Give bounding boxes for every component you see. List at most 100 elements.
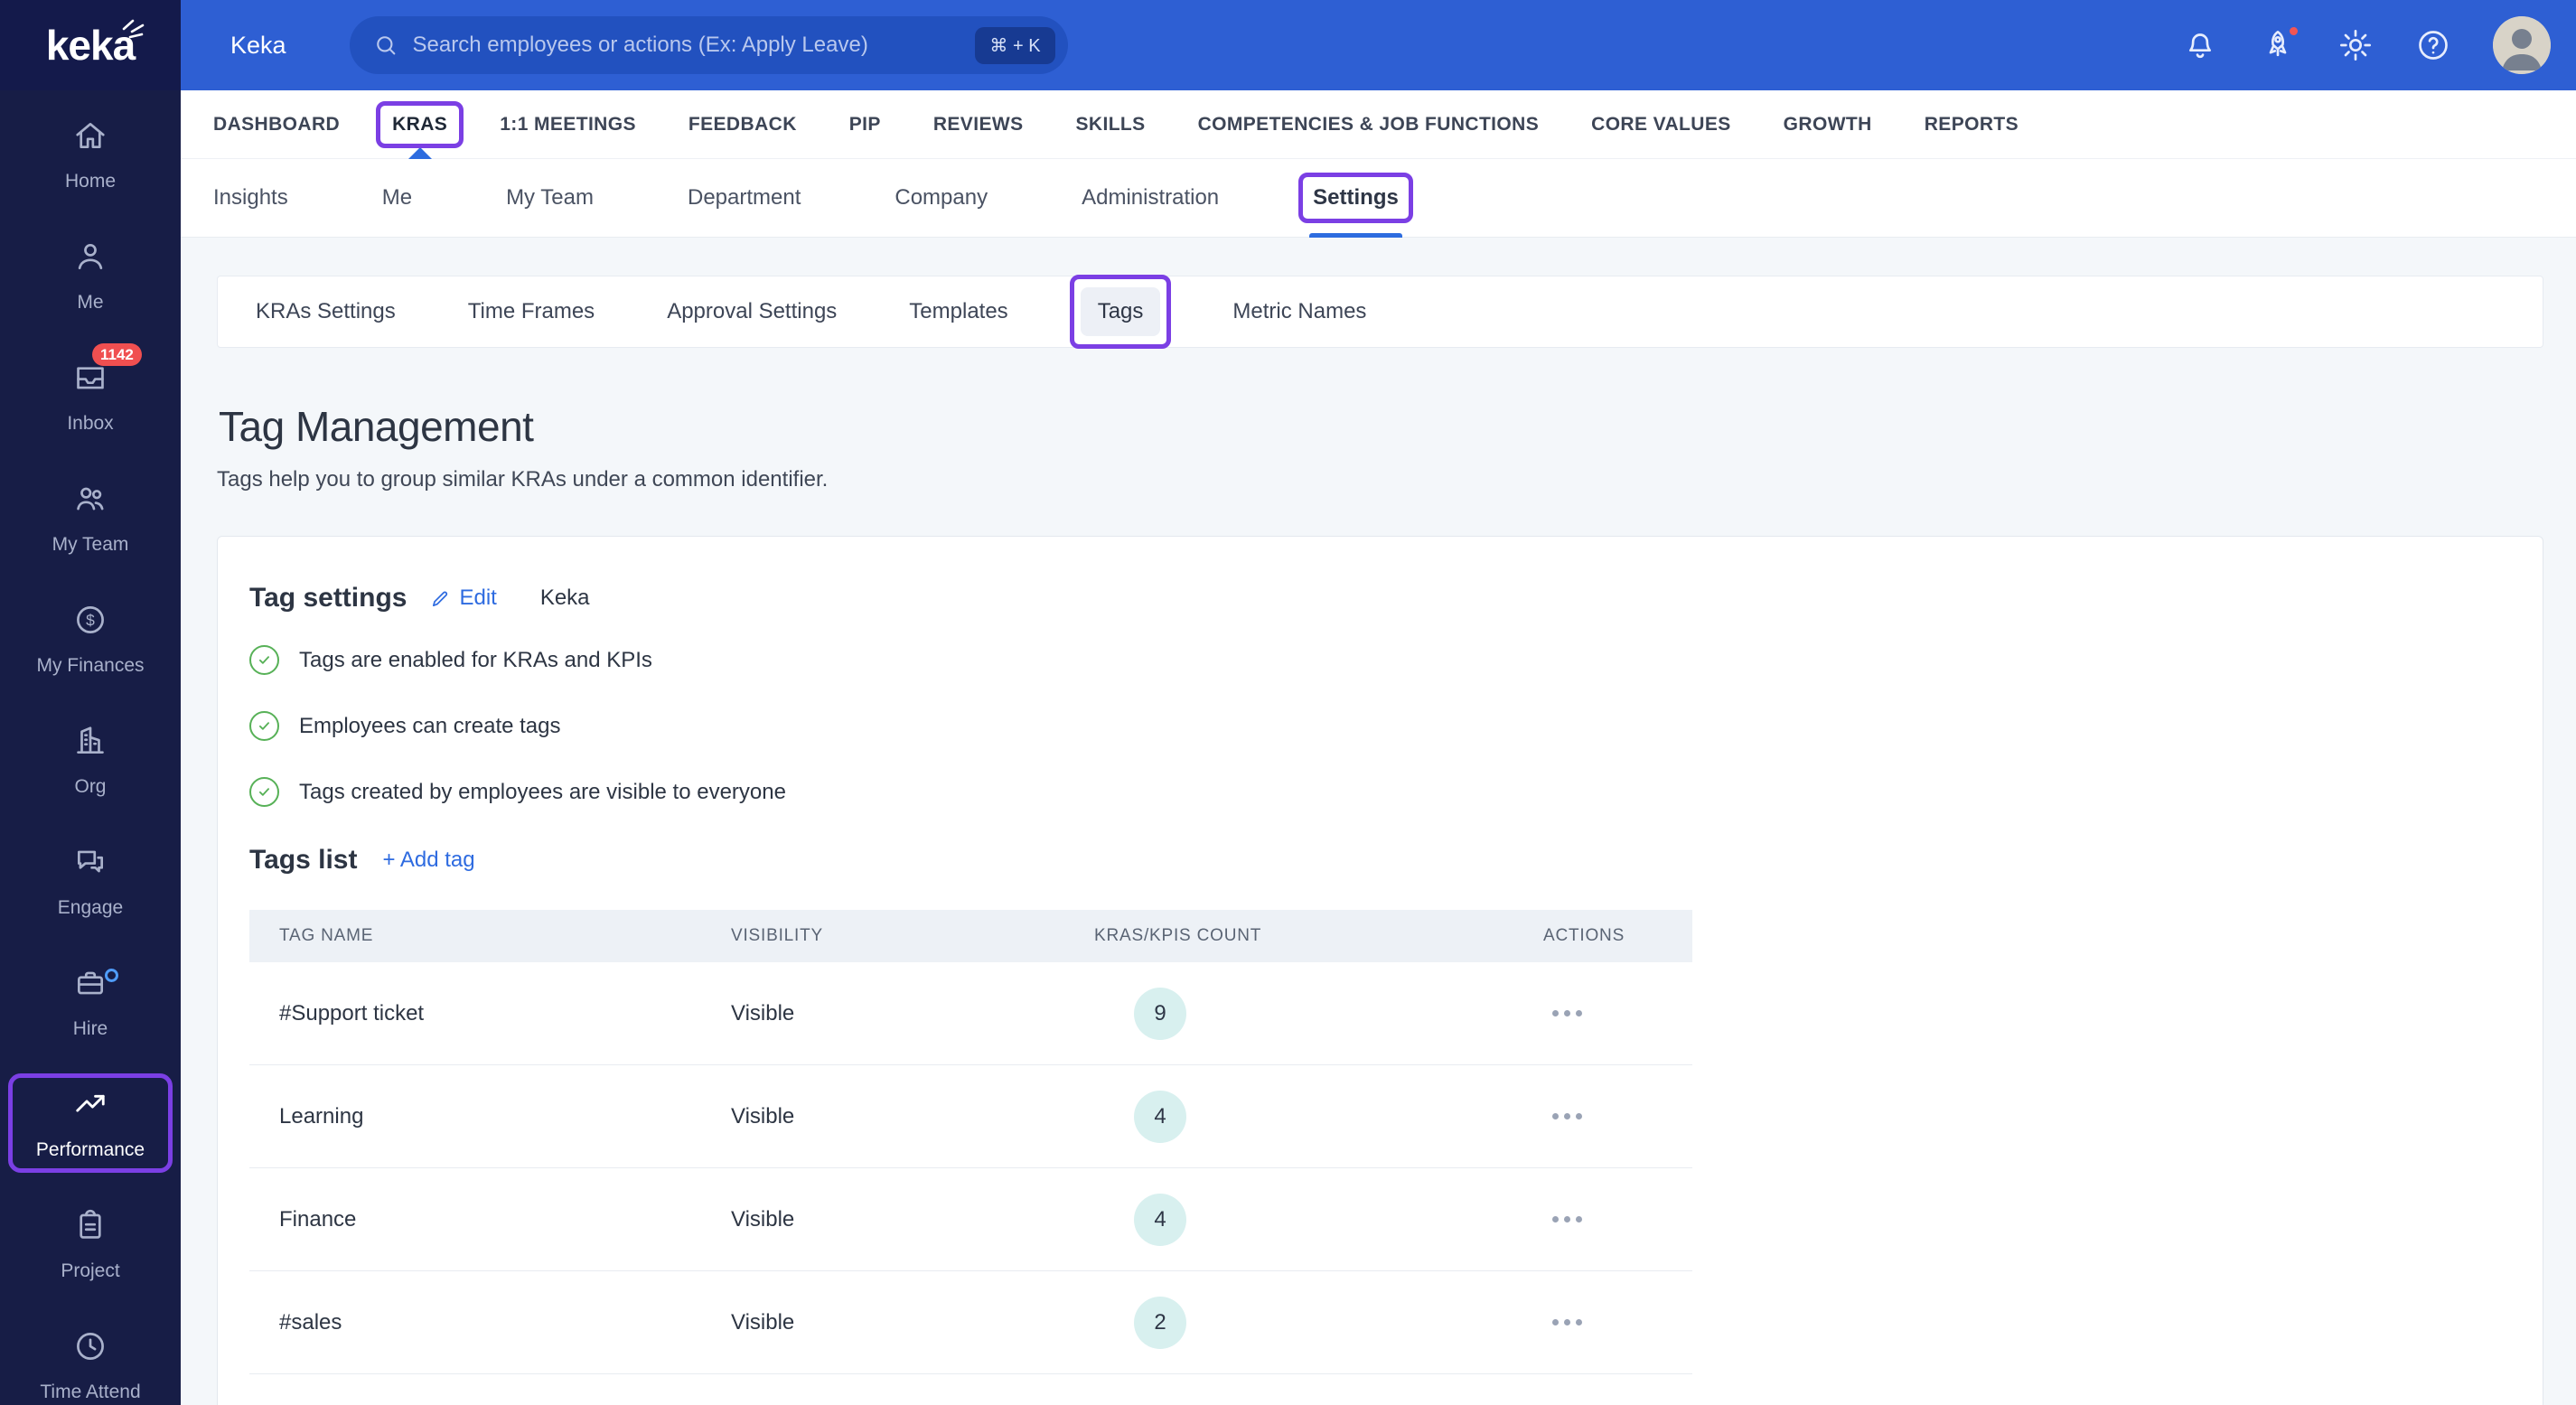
sidebar-item-performance[interactable]: Performance	[0, 1063, 181, 1184]
inbox-count-badge: 1142	[92, 343, 142, 366]
dollar-icon: $	[73, 603, 108, 642]
nav-feedback[interactable]: FEEDBACK	[688, 114, 797, 136]
svg-text:$: $	[86, 611, 95, 629]
table-row: Learning Visible 4	[249, 1065, 1692, 1168]
edit-tag-settings-button[interactable]: Edit	[430, 585, 497, 611]
nav-competencies[interactable]: COMPETENCIES & JOB FUNCTIONS	[1198, 114, 1540, 136]
nav-1-1-meetings[interactable]: 1:1 MEETINGS	[500, 114, 636, 136]
kras-secondary-nav: Insights Me My Team Department Company A…	[181, 159, 2576, 238]
column-header-actions: ACTIONS	[1543, 926, 1625, 945]
user-avatar[interactable]	[2493, 16, 2551, 74]
topbar: keka Keka ⌘ + K	[0, 0, 2576, 90]
nav-kras[interactable]: KRAS	[376, 100, 464, 159]
home-icon	[73, 118, 108, 157]
ellipsis-icon	[1552, 1216, 1559, 1222]
tag-settings-heading: Tag settings	[249, 583, 407, 613]
topbar-main: Keka ⌘ + K	[181, 0, 2576, 90]
nav-core-values[interactable]: CORE VALUES	[1591, 114, 1731, 136]
table-row: #Support ticket Visible 9	[249, 962, 1692, 1065]
row-actions-button[interactable]	[1547, 1207, 1692, 1232]
tab-kras-settings[interactable]: KRAs Settings	[256, 299, 396, 324]
subnav-settings[interactable]: Settings	[1298, 159, 1413, 238]
nav-dashboard[interactable]: DASHBOARD	[213, 114, 340, 136]
sidebar-item-label: Org	[74, 776, 107, 797]
tag-visibility: Visible	[731, 1309, 795, 1335]
nav-reviews[interactable]: REVIEWS	[933, 114, 1024, 136]
page-subtitle: Tags help you to group similar KRAs unde…	[217, 467, 829, 492]
subnav-me[interactable]: Me	[382, 159, 412, 237]
sidebar-item-home[interactable]: Home	[0, 94, 181, 215]
page-title: Tag Management	[219, 403, 534, 450]
column-header-tag-name: TAG NAME	[279, 926, 374, 945]
sidebar-item-label: Project	[61, 1260, 120, 1281]
sidebar-item-project[interactable]: Project	[0, 1184, 181, 1305]
sidebar-item-label: My Team	[52, 534, 129, 555]
announcements-rocket-icon[interactable]	[2260, 24, 2300, 63]
subnav-my-team[interactable]: My Team	[506, 159, 594, 237]
sidebar-item-my-finances[interactable]: $ My Finances	[0, 578, 181, 699]
app-label: Keka	[230, 31, 286, 59]
check-icon	[249, 711, 279, 741]
sidebar-item-label: Engage	[57, 897, 124, 918]
sidebar-item-org[interactable]: Org	[0, 699, 181, 820]
sidebar-item-label: Time Attend	[40, 1382, 141, 1402]
tags-table: TAG NAME VISIBILITY KRAS/KPIS COUNT ACTI…	[249, 910, 1692, 1374]
tag-settings-scope: Keka	[539, 585, 590, 610]
row-actions-button[interactable]	[1547, 1001, 1692, 1026]
tag-name: #Support ticket	[279, 1000, 425, 1026]
nav-pip[interactable]: PIP	[849, 114, 881, 136]
subnav-insights[interactable]: Insights	[213, 159, 288, 237]
tag-name: Learning	[279, 1103, 364, 1129]
tag-name: Finance	[279, 1206, 357, 1232]
notification-dot	[2287, 24, 2300, 38]
column-header-count: KRAS/KPIS COUNT	[1094, 926, 1262, 945]
count-badge: 9	[1134, 987, 1186, 1040]
search-shortcut-badge: ⌘ + K	[975, 26, 1055, 64]
help-icon[interactable]	[2415, 27, 2451, 63]
tab-time-frames[interactable]: Time Frames	[468, 299, 595, 324]
row-actions-button[interactable]	[1547, 1104, 1692, 1129]
sidebar-item-label: Home	[64, 171, 117, 192]
building-icon	[73, 724, 108, 763]
sidebar-item-inbox[interactable]: Inbox 1142	[0, 336, 181, 457]
settings-tabs: KRAs Settings Time Frames Approval Setti…	[217, 275, 2543, 349]
tab-approval-settings[interactable]: Approval Settings	[667, 299, 837, 324]
table-row: Finance Visible 4	[249, 1168, 1692, 1271]
subnav-company[interactable]: Company	[895, 159, 988, 237]
nav-skills[interactable]: SKILLS	[1075, 114, 1145, 136]
row-actions-button[interactable]	[1547, 1310, 1692, 1335]
performance-primary-nav: DASHBOARD KRAS 1:1 MEETINGS FEEDBACK PIP…	[181, 90, 2576, 159]
checklist-item: Employees can create tags	[249, 711, 2513, 741]
nav-reports[interactable]: REPORTS	[1925, 114, 2019, 136]
checklist-item: Tags are enabled for KRAs and KPIs	[249, 645, 2513, 675]
settings-gear-icon[interactable]	[2337, 27, 2374, 63]
check-icon	[249, 777, 279, 807]
add-tag-button[interactable]: + Add tag	[382, 848, 474, 873]
keka-logo[interactable]: keka	[0, 0, 181, 90]
global-search-input[interactable]	[412, 33, 961, 58]
sidebar: Home Me Inbox 1142 My Team $ My Finances…	[0, 90, 181, 1405]
ellipsis-icon	[1552, 1319, 1559, 1325]
ellipsis-icon	[1552, 1010, 1559, 1016]
checklist-item: Tags created by employees are visible to…	[249, 777, 2513, 807]
sidebar-item-label: Performance	[35, 1139, 145, 1160]
sidebar-item-time-attend[interactable]: Time Attend	[0, 1305, 181, 1405]
tag-settings-checklist: Tags are enabled for KRAs and KPIs Emplo…	[249, 645, 2513, 807]
topbar-icons	[2182, 16, 2551, 74]
tab-templates[interactable]: Templates	[909, 299, 1007, 324]
notifications-bell-icon[interactable]	[2182, 27, 2218, 63]
global-search[interactable]: ⌘ + K	[349, 16, 1068, 74]
subnav-administration[interactable]: Administration	[1082, 159, 1219, 237]
sidebar-item-hire[interactable]: Hire	[0, 941, 181, 1063]
check-icon	[249, 645, 279, 675]
sidebar-item-my-team[interactable]: My Team	[0, 457, 181, 578]
sidebar-item-me[interactable]: Me	[0, 215, 181, 336]
sidebar-item-label: My Finances	[36, 655, 145, 676]
tab-tags[interactable]: Tags	[1069, 275, 1172, 349]
search-icon	[373, 33, 398, 58]
tab-metric-names[interactable]: Metric Names	[1232, 299, 1366, 324]
subnav-department[interactable]: Department	[688, 159, 801, 237]
sidebar-item-engage[interactable]: Engage	[0, 820, 181, 941]
nav-growth[interactable]: GROWTH	[1784, 114, 1872, 136]
tags-list-heading: Tags list	[249, 845, 358, 875]
